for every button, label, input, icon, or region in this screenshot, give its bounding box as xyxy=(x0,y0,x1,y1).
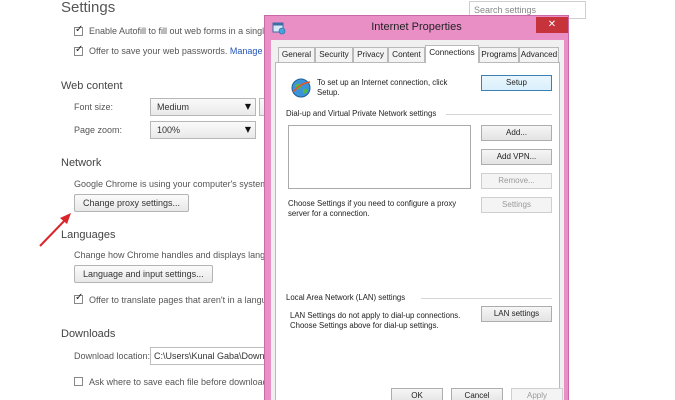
tab-security[interactable]: Security xyxy=(315,47,353,62)
apply-button[interactable]: Apply xyxy=(511,388,563,400)
font-size-value: Medium xyxy=(157,102,190,112)
change-proxy-settings-button[interactable]: Change proxy settings... xyxy=(74,194,190,212)
dropdown-arrow-icon: ▼ xyxy=(244,125,251,134)
tab-general[interactable]: General xyxy=(278,47,315,62)
page-title: Settings xyxy=(61,0,116,16)
connections-panel: To set up an Internet connection, click … xyxy=(275,62,560,400)
passwords-checkbox[interactable] xyxy=(74,44,83,56)
tab-privacy[interactable]: Privacy xyxy=(353,47,388,62)
tab-connections[interactable]: Connections xyxy=(425,45,479,63)
network-description: Google Chrome is using your computer's s… xyxy=(74,179,268,189)
font-size-label: Font size: xyxy=(74,102,114,112)
page-zoom-dropdown[interactable]: 100% ▼ xyxy=(150,121,256,139)
download-location-field[interactable]: C:\Users\Kunal Gaba\Downlo xyxy=(150,347,268,365)
dialog-body: General Security Privacy Content Connect… xyxy=(271,40,564,400)
downloads-heading: Downloads xyxy=(61,328,116,340)
download-location-label: Download location: xyxy=(74,351,151,361)
ask-save-checkbox[interactable] xyxy=(74,377,83,386)
internet-properties-dialog: Internet Properties ✕ General Security P… xyxy=(264,15,569,400)
setup-instructions: To set up an Internet connection, click … xyxy=(317,78,448,97)
page-zoom-label: Page zoom: xyxy=(74,125,123,135)
ask-save-label: Ask where to save each file before downl… xyxy=(89,377,268,387)
lan-description: LAN Settings do not apply to dial-up con… xyxy=(290,311,461,330)
ok-button[interactable]: OK xyxy=(391,388,443,400)
passwords-label: Offer to save your web passwords. Manage… xyxy=(89,46,270,56)
language-input-settings-button[interactable]: Language and input settings... xyxy=(74,265,213,283)
proxy-hint: Choose Settings if you need to configure… xyxy=(288,199,457,218)
web-content-heading: Web content xyxy=(61,80,123,92)
lan-heading: Local Area Network (LAN) settings xyxy=(286,293,406,302)
tab-programs[interactable]: Programs xyxy=(479,47,519,62)
dialog-title: Internet Properties xyxy=(371,21,462,33)
add-button[interactable]: Add... xyxy=(481,125,552,141)
network-heading: Network xyxy=(61,157,102,169)
autofill-label: Enable Autofill to fill out web forms in… xyxy=(89,26,265,36)
connection-settings-button[interactable]: Settings xyxy=(481,197,552,213)
translate-checkbox[interactable] xyxy=(74,292,83,304)
page-zoom-value: 100% xyxy=(157,125,181,135)
cancel-button[interactable]: Cancel xyxy=(451,388,503,400)
group-divider xyxy=(446,114,552,115)
autofill-checkbox[interactable] xyxy=(74,24,83,36)
languages-heading: Languages xyxy=(61,229,116,241)
lan-settings-button[interactable]: LAN settings xyxy=(481,306,552,322)
remove-button[interactable]: Remove... xyxy=(481,173,552,189)
tab-content[interactable]: Content xyxy=(388,47,425,62)
connections-list[interactable] xyxy=(288,125,471,189)
languages-description: Change how Chrome handles and displays l… xyxy=(74,250,276,260)
tab-advanced[interactable]: Advanced xyxy=(519,47,559,62)
globe-icon xyxy=(291,78,311,98)
translate-label: Offer to translate pages that aren't in … xyxy=(89,295,267,305)
add-vpn-button[interactable]: Add VPN... xyxy=(481,149,552,165)
setup-button[interactable]: Setup xyxy=(481,75,552,91)
close-icon[interactable]: ✕ xyxy=(536,17,568,33)
dialup-vpn-heading: Dial-up and Virtual Private Network sett… xyxy=(286,109,437,118)
group-divider xyxy=(421,298,552,299)
font-size-dropdown[interactable]: Medium ▼ xyxy=(150,98,256,116)
dropdown-arrow-icon: ▼ xyxy=(244,102,251,111)
